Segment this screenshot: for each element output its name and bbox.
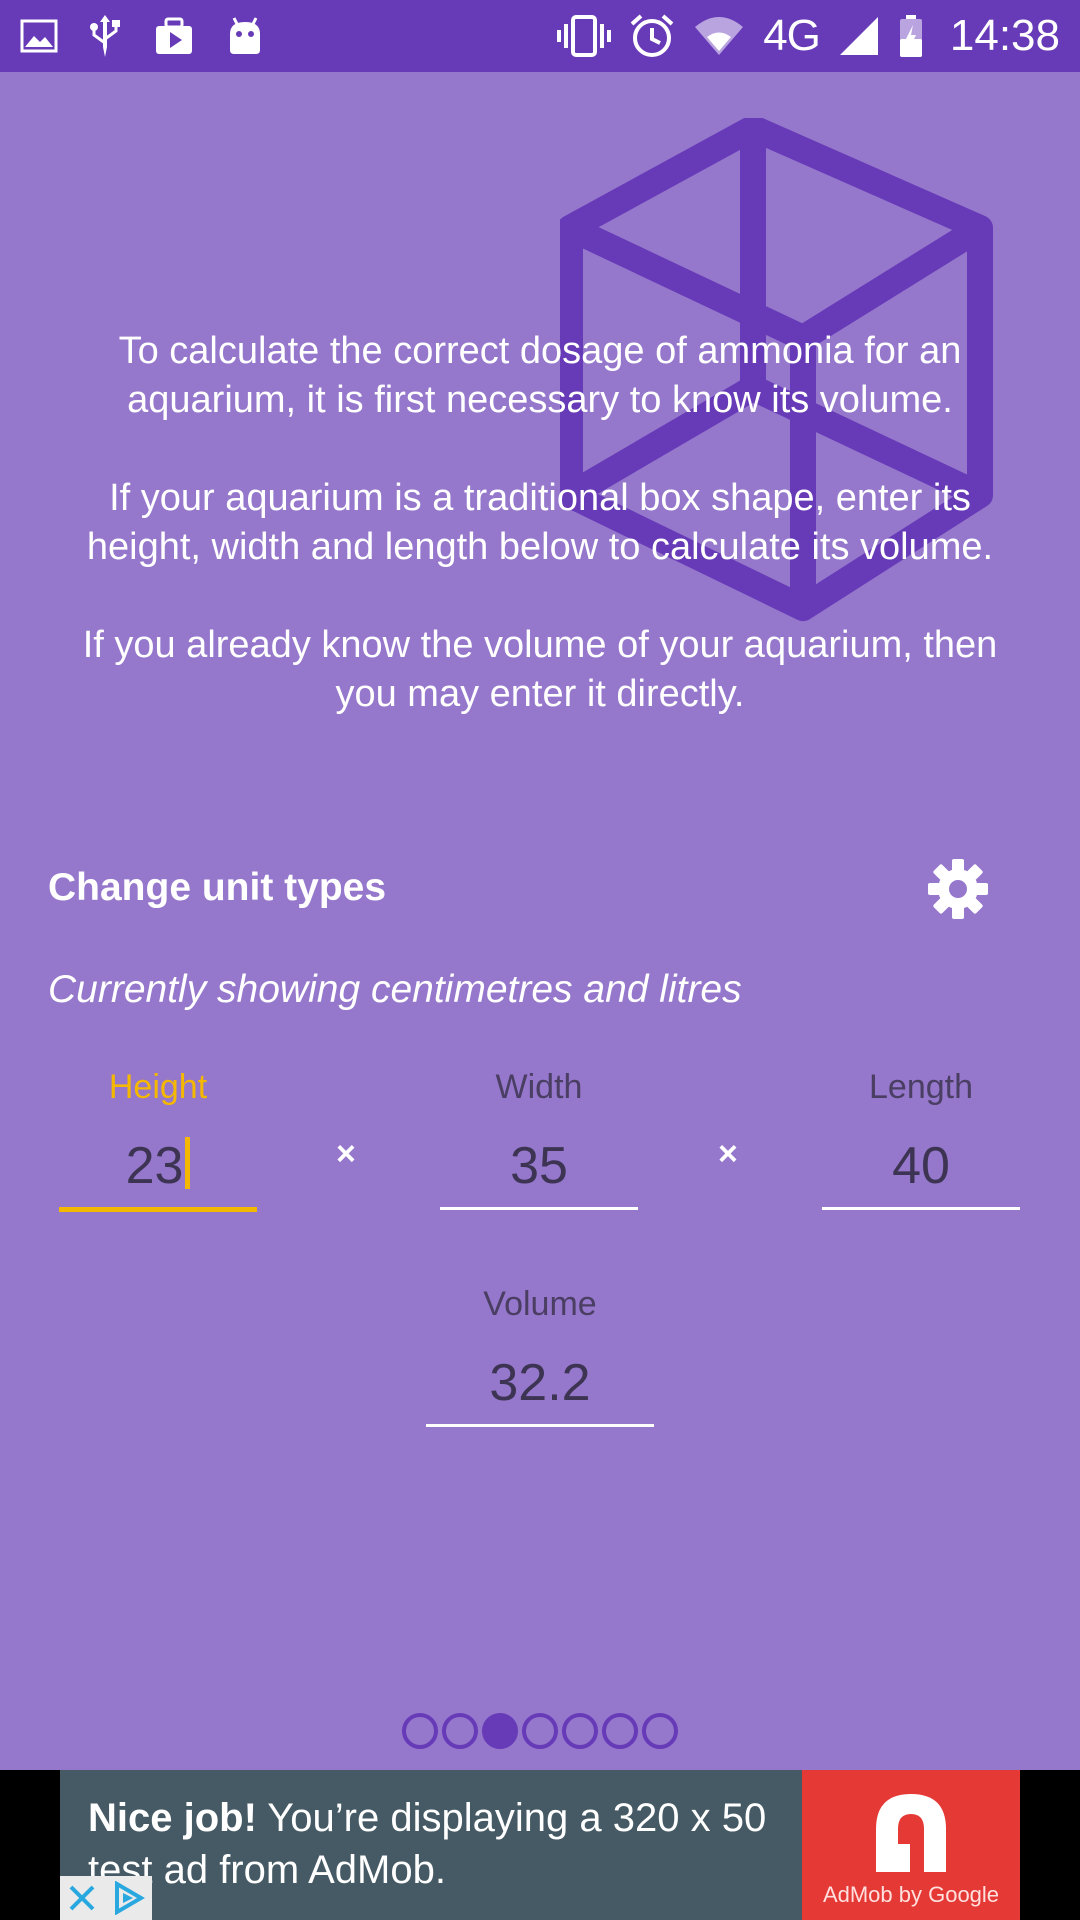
page-indicator <box>0 1713 1080 1749</box>
multiply-sign: × <box>718 1135 738 1173</box>
text-cursor <box>185 1137 191 1189</box>
ad-brand-label: AdMob by Google <box>822 1882 1000 1907</box>
settings-button[interactable] <box>926 857 990 921</box>
height-input[interactable]: 23 <box>59 1135 257 1212</box>
battery-icon <box>898 13 924 59</box>
height-value: 23 <box>125 1137 184 1195</box>
height-field[interactable]: Height 23 <box>59 1065 257 1212</box>
ad-text[interactable]: Nice job! You’re displaying a 320 x 50 t… <box>88 1792 818 1896</box>
page-dot <box>602 1713 638 1749</box>
android-icon <box>226 16 264 56</box>
clock: 14:38 <box>949 11 1060 60</box>
alarm-icon <box>629 13 675 59</box>
intro-paragraph-3: If you already know the volume of your a… <box>82 624 998 715</box>
volume-input[interactable]: 32.2 <box>426 1352 654 1427</box>
width-input[interactable]: 35 <box>440 1135 638 1210</box>
ad-content[interactable]: Nice job! You’re displaying a 320 x 50 t… <box>60 1770 1020 1920</box>
length-field[interactable]: Length 40 <box>822 1065 1020 1210</box>
page-dot <box>562 1713 598 1749</box>
admob-logo-icon <box>876 1794 946 1872</box>
change-unit-types-button[interactable]: Change unit types <box>48 866 386 910</box>
status-bar: 4G 14:38 <box>0 0 1080 72</box>
ad-choices-button[interactable] <box>60 1876 152 1920</box>
unit-description: Currently showing centimetres and litres <box>48 968 742 1011</box>
intro-paragraph-1: To calculate the correct dosage of ammon… <box>118 330 962 421</box>
intro-paragraph-2: If your aquarium is a traditional box sh… <box>86 477 994 568</box>
usb-icon <box>88 13 122 59</box>
close-icon <box>69 1885 95 1911</box>
volume-label: Volume <box>483 1285 597 1323</box>
network-type: 4G <box>763 11 821 60</box>
media-icon <box>152 16 196 56</box>
width-field[interactable]: Width 35 <box>440 1065 638 1210</box>
wifi-icon <box>693 15 745 57</box>
length-input[interactable]: 40 <box>822 1135 1020 1210</box>
adchoices-icon <box>115 1881 145 1915</box>
vibrate-icon <box>557 14 612 58</box>
ad-banner[interactable]: Nice job! You’re displaying a 320 x 50 t… <box>0 1770 1080 1920</box>
intro-text: To calculate the correct dosage of ammon… <box>60 327 1020 768</box>
page-dot <box>522 1713 558 1749</box>
gear-icon <box>928 859 988 919</box>
page-dot <box>642 1713 678 1749</box>
page-dot <box>402 1713 438 1749</box>
ad-brand-panel[interactable]: AdMob by Google <box>802 1770 1020 1920</box>
page-dot <box>482 1713 518 1749</box>
width-label: Width <box>495 1068 583 1106</box>
multiply-sign: × <box>336 1135 356 1173</box>
height-label: Height <box>108 1068 208 1106</box>
volume-field[interactable]: Volume 32.2 <box>426 1282 654 1427</box>
page-dot <box>442 1713 478 1749</box>
length-label: Length <box>869 1068 973 1106</box>
signal-icon <box>838 15 880 57</box>
image-icon <box>20 19 58 53</box>
ad-headline: Nice job! <box>88 1796 257 1840</box>
